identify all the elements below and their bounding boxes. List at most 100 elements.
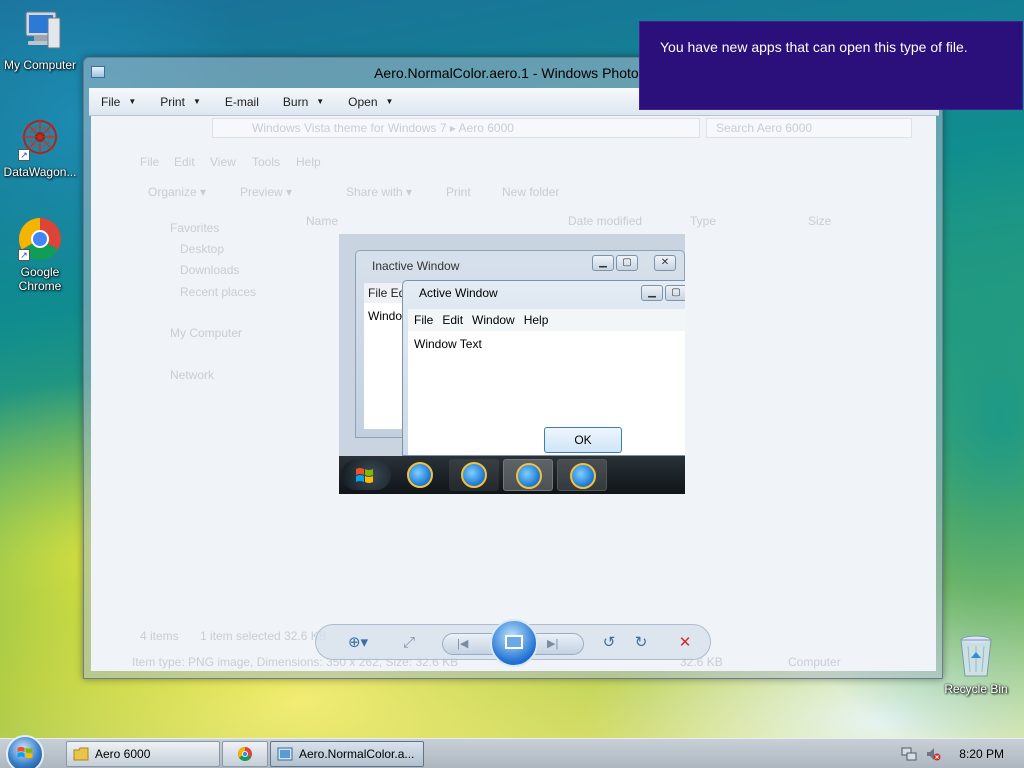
slideshow-icon xyxy=(505,635,523,649)
ghost-nav-favorites: Favorites xyxy=(170,221,220,235)
menu-edit: Edit xyxy=(442,313,464,327)
desktop-icon-label: Google Chrome xyxy=(18,265,62,293)
desktop-icon-label: My Computer xyxy=(3,58,77,72)
ghost-menu-tools: Tools xyxy=(252,155,281,169)
menu-email[interactable]: E-mail xyxy=(225,95,259,109)
ghost-menu-view: View xyxy=(210,155,236,169)
ghost-col-size: Size xyxy=(808,214,832,228)
window-text: Window Text xyxy=(414,337,482,351)
ghost-toolbar-preview: Preview ▾ xyxy=(240,185,293,199)
maximize-icon: ▢ xyxy=(665,285,685,301)
ie-taskbar-item xyxy=(449,459,499,491)
taskbar-item-photo-viewer[interactable]: Aero.NormalColor.a... xyxy=(270,741,424,767)
taskbar-item-label: Aero 6000 xyxy=(95,747,151,761)
taskbar-item-explorer[interactable]: Aero 6000 xyxy=(66,741,220,767)
ghost-address-text: Windows Vista theme for Windows 7 ▸ Aero… xyxy=(252,121,514,135)
chrome-icon xyxy=(238,747,252,761)
ghost-menu-help: Help xyxy=(296,155,321,169)
ie-taskbar-item xyxy=(395,459,445,491)
photo-viewer-icon xyxy=(277,747,293,761)
ghost-nav-computer: My Computer xyxy=(170,326,243,340)
rotate-left-icon[interactable]: ↺ xyxy=(598,631,620,655)
ie-icon xyxy=(570,463,596,489)
shortcut-arrow-icon: ↗ xyxy=(18,249,30,261)
menu-print[interactable]: Print ▼ xyxy=(160,95,201,109)
actual-size-icon[interactable]: ⤢ xyxy=(398,631,420,655)
menu-file[interactable]: File ▼ xyxy=(101,95,136,109)
ghost-menu-edit: Edit xyxy=(174,155,195,169)
ie-taskbar-item xyxy=(503,459,553,491)
menu-help: Help xyxy=(523,313,549,327)
close-icon: ✕ xyxy=(654,255,676,271)
menu-label: Open xyxy=(348,94,378,109)
rotate-right-icon[interactable]: ↻ xyxy=(630,631,652,655)
slideshow-button[interactable] xyxy=(490,619,538,667)
inactive-window-title: Inactive Window xyxy=(372,259,460,273)
volume-muted-icon[interactable] xyxy=(925,746,941,762)
taskbar: Aero 6000 Aero.NormalColor.a... 8:20 PM xyxy=(0,735,1024,768)
delete-icon[interactable]: ✕ xyxy=(674,631,696,655)
system-tray: 8:20 PM xyxy=(892,739,1024,768)
menu-label: Burn xyxy=(282,94,309,109)
menu-open[interactable]: Open ▼ xyxy=(348,95,393,109)
desktop-icon-my-computer[interactable]: My Computer xyxy=(0,8,80,72)
maximize-icon: ▢ xyxy=(616,255,638,271)
desktop-icon-google-chrome[interactable]: ↗ Google Chrome xyxy=(0,215,80,293)
ghost-status-items: 4 items xyxy=(140,629,179,643)
chrome-icon: ↗ xyxy=(16,215,64,263)
ghost-location: Computer xyxy=(788,655,841,669)
desktop-icon-recycle-bin[interactable]: Recycle Bin xyxy=(936,632,1016,696)
menu-burn[interactable]: Burn ▼ xyxy=(283,95,324,109)
chevron-down-icon: ▼ xyxy=(385,97,394,106)
ie-icon xyxy=(516,463,542,489)
notification-toast[interactable]: You have new apps that can open this typ… xyxy=(639,21,1023,110)
ghost-toolbar-share: Share with ▾ xyxy=(346,185,413,199)
displayed-image: Inactive Window ▁ ▢ ✕ File Ed Window Act… xyxy=(339,234,685,494)
active-window-menu: File Edit Window Help xyxy=(408,309,685,331)
ie-icon xyxy=(407,462,433,488)
ghost-nav-desktop: Desktop xyxy=(180,242,225,256)
taskbar-clock[interactable]: 8:20 PM xyxy=(959,747,1004,761)
taskbar-item-chrome[interactable] xyxy=(222,741,268,767)
menu-window: Window xyxy=(472,313,515,327)
datawagon-icon: ↗ xyxy=(16,115,64,163)
minimize-icon: ▁ xyxy=(592,255,614,271)
next-icon: ▶| xyxy=(547,638,559,650)
windows-logo-icon xyxy=(17,746,33,759)
desktop-icon-datawagon[interactable]: ↗ DataWagon... xyxy=(0,115,80,179)
ie-taskbar-item xyxy=(557,459,607,491)
ghost-nav-recent: Recent places xyxy=(180,285,257,299)
ghost-col-type: Type xyxy=(690,214,717,228)
folder-icon xyxy=(73,747,89,761)
ghost-menu-file: File xyxy=(140,155,160,169)
ghost-toolbar-new-folder: New folder xyxy=(502,185,560,199)
active-window-title: Active Window xyxy=(419,286,498,300)
ie-icon xyxy=(461,462,487,488)
zoom-icon[interactable]: ⊕▾ xyxy=(342,631,374,655)
ok-button: OK xyxy=(544,427,622,453)
taskbar-item-label: Aero.NormalColor.a... xyxy=(299,747,415,761)
active-window-preview: Active Window ▁ ▢ File Edit Window Help … xyxy=(402,280,685,456)
menu-file: File xyxy=(414,313,434,327)
viewer-controls: ⊕▾ ⤢ |◀ ▶| ↺ ↻ ✕ xyxy=(315,619,711,667)
start-button[interactable] xyxy=(6,735,44,768)
ghost-col-date: Date modified xyxy=(568,214,643,228)
ghost-nav-network: Network xyxy=(170,368,215,382)
ghost-toolbar-print: Print xyxy=(446,185,471,199)
ghost-col-name: Name xyxy=(306,214,339,228)
menu-label: File xyxy=(101,94,121,109)
menu-label: E-mail xyxy=(224,94,259,109)
menu-label: Print xyxy=(160,94,185,109)
toast-message: You have new apps that can open this typ… xyxy=(660,39,968,55)
active-window-body: Window Text OK xyxy=(408,331,685,455)
chevron-down-icon: ▼ xyxy=(192,97,201,106)
computer-icon xyxy=(16,8,64,56)
ghost-search-text: Search Aero 6000 xyxy=(716,121,813,135)
ghost-status-selected: 1 item selected 32.6 KB xyxy=(200,629,327,643)
preview-taskbar xyxy=(339,456,685,494)
chevron-down-icon: ▼ xyxy=(128,97,137,106)
recycle-bin-icon xyxy=(952,632,1000,680)
network-icon[interactable] xyxy=(901,746,917,762)
ghost-nav-downloads: Downloads xyxy=(180,263,240,277)
chevron-down-icon: ▼ xyxy=(316,97,325,106)
